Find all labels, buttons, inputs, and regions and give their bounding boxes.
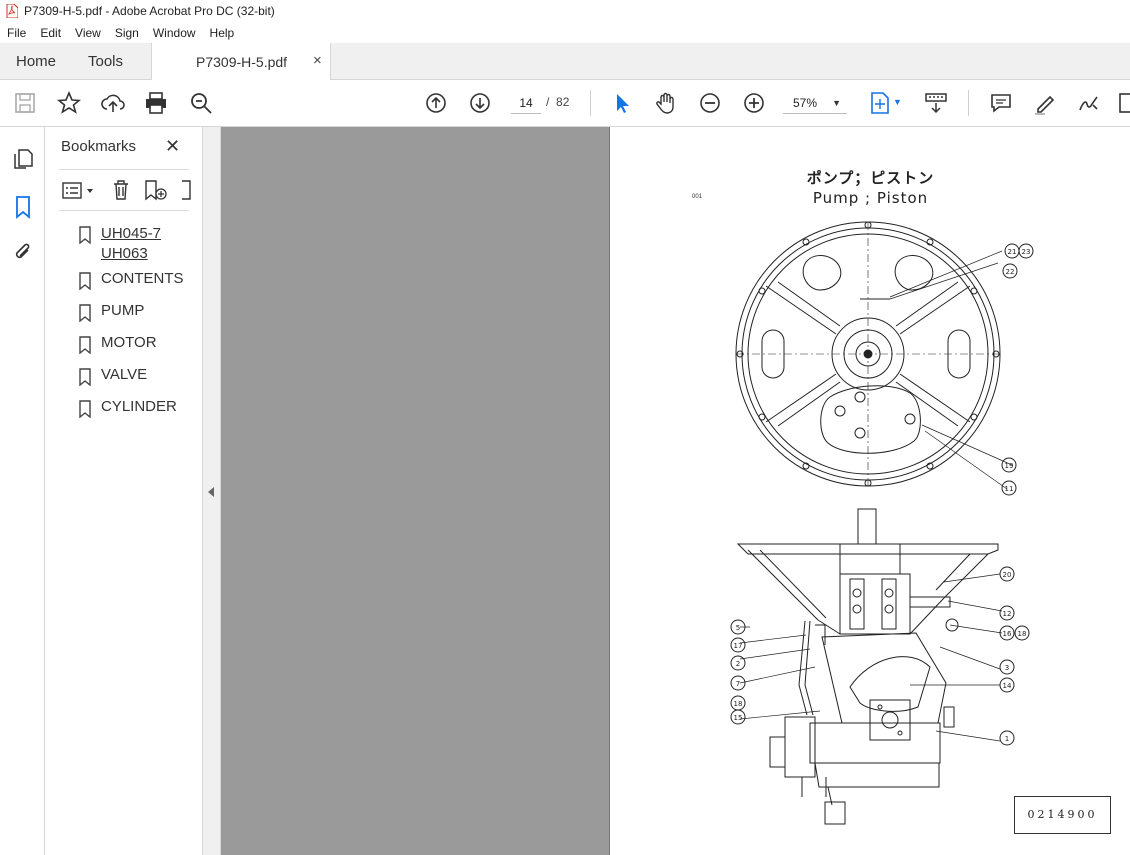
callout-label: 22 [1006,268,1015,276]
callout-label: 20 [1003,571,1012,579]
callout-label: 11 [1005,485,1014,493]
zoom-out-icon[interactable] [697,90,723,116]
star-icon[interactable] [56,90,82,116]
bookmark-item-valve[interactable]: VALVE [75,366,184,398]
highlight-pen-icon[interactable] [1032,90,1058,116]
panel-splitter[interactable] [203,127,221,855]
search-icon[interactable] [188,90,214,116]
bookmarks-panel: Bookmarks ✕ UH045-7 UH063 CONTENTS PUMP … [45,127,203,855]
bookmarks-toolbar [59,169,191,211]
window-title: P7309-H-5.pdf - Adobe Acrobat Pro DC (32… [24,4,275,18]
select-cursor-icon[interactable] [608,90,634,116]
pdf-page[interactable]: ポンプ；ピストン Pump ; Piston 001 21 23 22 19 1… [609,127,1130,855]
zoom-in-icon[interactable] [741,90,767,116]
callout-label: 16 [1003,630,1012,638]
bookmark-icon [79,400,91,418]
attachments-icon[interactable] [11,240,35,264]
bookmark-options-icon[interactable] [61,180,97,202]
menu-view[interactable]: View [75,26,101,40]
menu-sign[interactable]: Sign [115,26,139,40]
menu-help[interactable]: Help [210,26,235,40]
menu-edit[interactable]: Edit [40,26,61,40]
close-icon[interactable]: ✕ [165,136,180,157]
callout-label: 5 [736,624,740,632]
callout-label: 18 [734,700,743,708]
previous-page-icon[interactable] [423,90,449,116]
bookmark-label: PUMP [101,302,145,319]
print-icon[interactable] [143,90,169,116]
bookmark-list: UH045-7 UH063 CONTENTS PUMP MOTOR VALVE … [75,224,184,430]
pump-technical-drawing: 21 23 22 19 11 5 17 2 7 18 15 20 12 16 1… [730,221,1034,825]
tab-bar: Home Tools P7309-H-5.pdf × [0,43,1130,80]
bookmarks-title: Bookmarks [61,138,137,155]
save-icon[interactable] [12,90,38,116]
zoom-level: 57% [793,96,818,110]
acrobat-icon [6,4,18,18]
bookmark-item-motor[interactable]: MOTOR [75,334,184,366]
collapse-panel-icon[interactable] [208,487,214,497]
navigation-rail [0,127,45,855]
callout-label: 1 [1005,735,1009,743]
bookmark-label: CONTENTS [101,270,184,287]
document-number-box: 0214900 [1014,796,1111,834]
fit-page-icon[interactable] [867,90,893,116]
toolbar-divider [590,90,591,116]
bookmark-icon [79,304,91,322]
bookmark-item-contents[interactable]: CONTENTS [75,270,184,302]
callout-label: 21 [1008,248,1017,256]
callout-label: 19 [1005,462,1014,470]
bookmark-item-uh045-7[interactable]: UH045-7 UH063 [75,224,184,270]
callout-label: 15 [734,714,743,722]
tab-home[interactable]: Home [16,53,56,70]
tab-document-label: P7309-H-5.pdf [196,54,288,70]
sign-icon[interactable] [1076,90,1102,116]
tab-document[interactable]: P7309-H-5.pdf × [151,43,331,80]
bookmark-icon [79,272,91,290]
bookmarks-panel-icon[interactable] [11,194,35,220]
page-thumbnails-icon[interactable] [11,147,35,171]
callout-label: 2 [736,660,740,668]
callout-label: 7 [736,680,740,688]
menu-window[interactable]: Window [153,26,196,40]
title-bar: P7309-H-5.pdf - Adobe Acrobat Pro DC (32… [0,0,1130,22]
callout-label: 3 [1005,664,1009,672]
callout-label: 23 [1022,248,1031,256]
bookmark-label: UH045-7 [101,225,162,242]
close-tab-icon[interactable]: × [313,52,322,69]
hand-tool-icon[interactable] [653,90,679,116]
delete-bookmark-icon[interactable] [111,178,131,202]
page-number-input[interactable]: 14 [511,92,541,114]
page-count: / 82 [546,95,570,109]
cloud-upload-icon[interactable] [100,90,126,116]
bookmark-label: UH063 [101,245,148,262]
tab-tools[interactable]: Tools [88,53,123,70]
bookmark-icon [79,368,91,386]
callout-label: 14 [1003,682,1012,690]
toolbar-divider-2 [968,90,969,116]
expand-bookmark-icon[interactable] [179,178,191,202]
comment-icon[interactable] [988,90,1014,116]
menu-bar: File Edit View Sign Window Help [0,22,1130,43]
new-bookmark-icon[interactable] [143,178,169,202]
bookmark-label: MOTOR [101,334,157,351]
scrolling-mode-icon[interactable] [923,90,949,116]
bookmark-icon [79,226,91,244]
zoom-level-select[interactable]: 57% ▼ [783,92,847,114]
callout-label: 18 [1018,630,1027,638]
bookmark-label: CYLINDER [101,398,177,415]
menu-file[interactable]: File [7,26,26,40]
callout-label: 17 [734,642,743,650]
callout-label: 12 [1003,610,1012,618]
bookmark-icon [79,336,91,354]
bookmark-item-cylinder[interactable]: CYLINDER [75,398,184,430]
fit-chevron-down-icon[interactable]: ▼ [893,97,902,107]
next-page-icon[interactable] [467,90,493,116]
bookmark-item-pump[interactable]: PUMP [75,302,184,334]
chevron-down-icon: ▼ [832,98,841,108]
bookmark-label: VALVE [101,366,148,383]
more-tools-icon[interactable] [1115,90,1130,116]
